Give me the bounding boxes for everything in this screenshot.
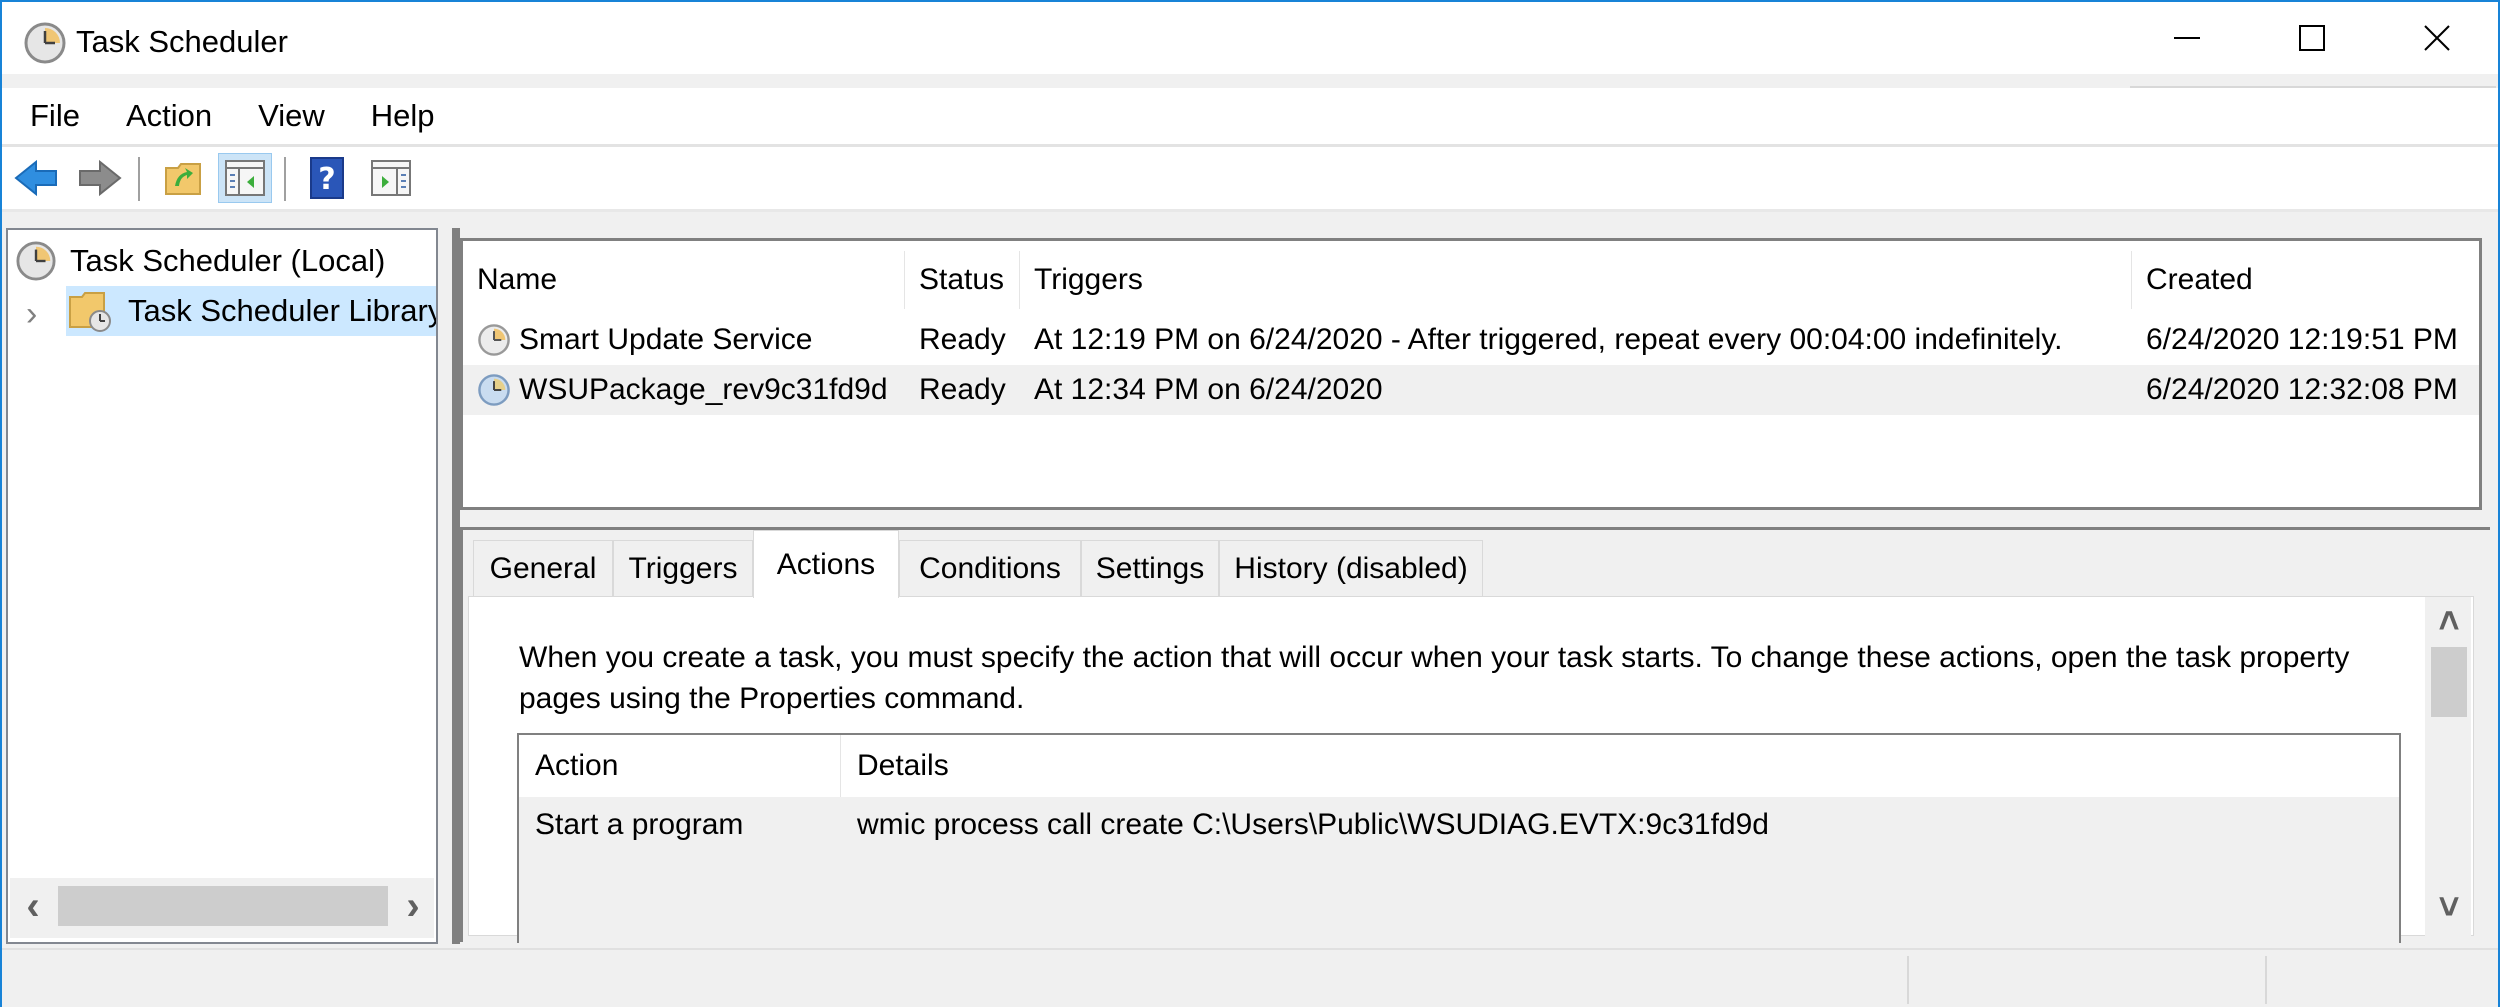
toolbar-separator	[138, 157, 140, 201]
clock-icon	[16, 241, 56, 281]
task-triggers: At 12:34 PM on 6/24/2020	[1034, 373, 1383, 406]
column-header-action[interactable]: Action	[519, 735, 841, 797]
column-header-name[interactable]: Name	[463, 251, 905, 309]
actions-table: Action Details Start a program wmic proc…	[517, 733, 2401, 943]
status-bar	[2, 948, 2498, 1007]
title-bar: Task Scheduler	[2, 2, 2498, 74]
tree-item-label: Task Scheduler Library	[128, 293, 438, 328]
column-header-details[interactable]: Details	[841, 735, 2399, 797]
console-tree: Task Scheduler (Local) › Task Scheduler …	[6, 228, 438, 944]
task-row[interactable]: WSUPackage_rev9c31fd9d Ready At 12:34 PM…	[463, 365, 2479, 415]
window-title: Task Scheduler	[76, 24, 288, 59]
scroll-left-chevron-icon[interactable]: ‹	[16, 884, 50, 928]
menu-bar: File Action View Help	[2, 88, 2498, 144]
toolbar-separator	[284, 157, 286, 201]
task-status: Ready	[919, 373, 1006, 406]
show-hide-console-tree-button[interactable]	[218, 153, 272, 203]
tab-general[interactable]: General	[473, 540, 613, 596]
tab-history[interactable]: History (disabled)	[1219, 540, 1483, 596]
up-folder-icon	[165, 163, 201, 195]
tree-item-label: Task Scheduler (Local)	[70, 243, 386, 278]
tab-conditions[interactable]: Conditions	[899, 540, 1081, 596]
actions-vertical-scrollbar[interactable]: ˄ ˅	[2425, 597, 2471, 937]
folder-clock-icon	[69, 292, 111, 332]
toolbar-divider	[2, 209, 2498, 212]
toolbar: ?	[2, 147, 2498, 209]
scroll-down-chevron-icon[interactable]: ˅	[2431, 886, 2467, 927]
scrollbar-thumb[interactable]	[58, 886, 388, 926]
action-type: Start a program	[535, 808, 744, 841]
task-status: Ready	[919, 323, 1006, 356]
actions-description: When you create a task, you must specify…	[519, 641, 2350, 715]
close-button[interactable]	[2382, 2, 2492, 74]
scroll-right-chevron-icon[interactable]: ›	[396, 884, 430, 928]
forward-button[interactable]	[72, 153, 126, 203]
menu-file[interactable]: File	[30, 98, 80, 134]
task-row[interactable]: Smart Update Service Ready At 12:19 PM o…	[463, 315, 2479, 365]
task-clock-icon	[478, 324, 510, 356]
tab-triggers[interactable]: Triggers	[613, 540, 753, 596]
show-hide-action-pane-button[interactable]	[364, 153, 418, 203]
show-hide-console-tree-icon	[225, 160, 265, 196]
tab-actions[interactable]: Actions	[753, 530, 899, 598]
task-list: Name Status Triggers Created Smart Updat…	[460, 238, 2482, 510]
task-name: WSUPackage_rev9c31fd9d	[519, 373, 888, 406]
task-created: 6/24/2020 12:32:08 PM	[2146, 373, 2458, 406]
actions-table-header: Action Details	[519, 735, 2399, 797]
minimize-icon	[2174, 37, 2200, 39]
task-triggers: At 12:19 PM on 6/24/2020 - After trigger…	[1034, 323, 2063, 356]
tree-expander-chevron-icon[interactable]: ›	[26, 294, 46, 334]
column-header-status[interactable]: Status	[905, 251, 1020, 309]
maximize-icon	[2299, 25, 2325, 51]
up-level-button[interactable]	[156, 153, 210, 203]
svg-text:?: ?	[318, 162, 335, 197]
tree-horizontal-scrollbar[interactable]: ‹ ›	[10, 878, 434, 938]
tree-item-task-scheduler-local[interactable]: Task Scheduler (Local)	[16, 238, 385, 284]
menu-action[interactable]: Action	[126, 98, 212, 134]
tree-item-task-scheduler-library[interactable]: Task Scheduler Library	[66, 286, 438, 336]
maximize-button[interactable]	[2257, 2, 2367, 74]
show-hide-action-pane-icon	[371, 160, 411, 196]
task-scheduler-window: Task Scheduler File Action View Help ? T…	[0, 0, 2500, 1007]
task-properties-tabs: General Triggers Actions Conditions Sett…	[460, 530, 2490, 943]
status-bar-section	[2265, 956, 2495, 1004]
scrollbar-thumb[interactable]	[2431, 647, 2467, 717]
action-details: wmic process call create C:\Users\Public…	[857, 808, 1769, 841]
menu-help[interactable]: Help	[371, 98, 435, 134]
close-icon	[2424, 25, 2450, 51]
task-name: Smart Update Service	[519, 323, 813, 356]
help-icon: ?	[310, 157, 344, 199]
back-button[interactable]	[10, 153, 64, 203]
forward-arrow-icon	[79, 159, 122, 197]
clock-app-icon	[24, 22, 66, 64]
help-button[interactable]: ?	[300, 153, 354, 203]
minimize-button[interactable]	[2132, 2, 2242, 74]
column-header-triggers[interactable]: Triggers	[1020, 251, 2132, 309]
actions-tab-panel: When you create a task, you must specify…	[468, 596, 2474, 943]
task-created: 6/24/2020 12:19:51 PM	[2146, 323, 2458, 356]
status-bar-section	[1907, 956, 2267, 1004]
menu-view[interactable]: View	[258, 98, 325, 134]
action-row[interactable]: Start a program wmic process call create…	[519, 797, 2399, 853]
task-clock-icon	[478, 374, 510, 406]
pane-splitter[interactable]	[460, 512, 2490, 530]
column-header-created[interactable]: Created	[2132, 251, 2432, 309]
scroll-up-chevron-icon[interactable]: ˄	[2431, 600, 2467, 641]
back-arrow-icon	[14, 159, 57, 197]
tab-settings[interactable]: Settings	[1081, 540, 1219, 596]
